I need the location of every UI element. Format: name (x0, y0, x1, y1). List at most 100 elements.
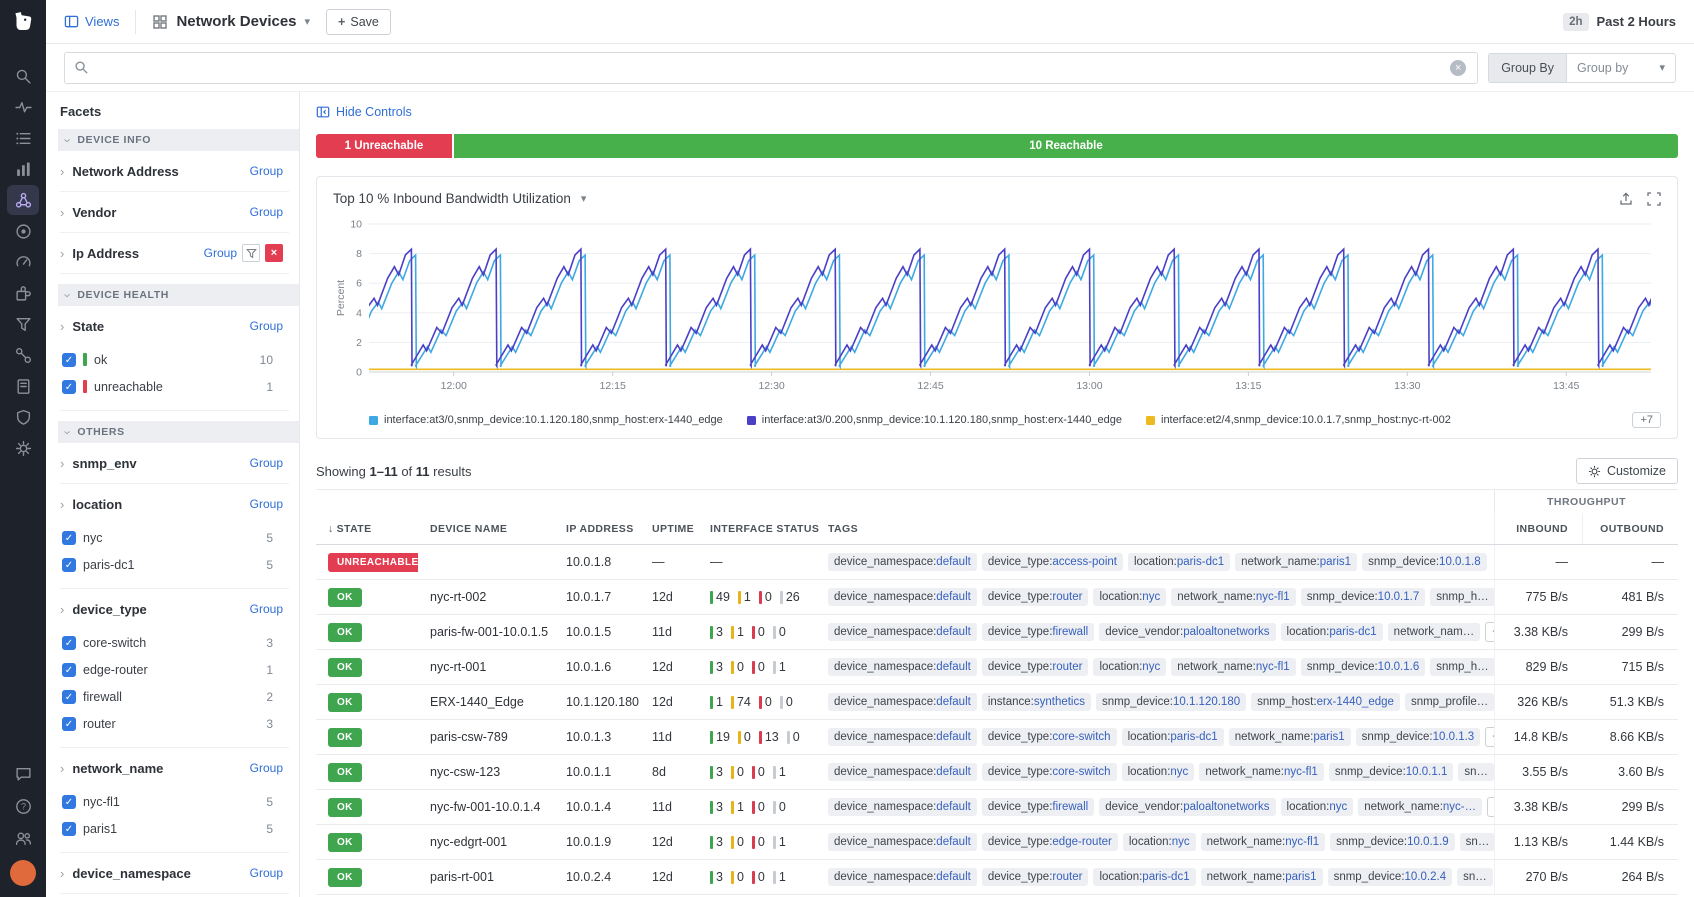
watchdog-icon[interactable] (7, 92, 39, 122)
facet-group-link[interactable]: Group (250, 866, 283, 880)
table-row-paris-rt-001[interactable]: OKparis-rt-00110.0.2.412d3001device_name… (316, 860, 1678, 895)
tag-chip[interactable]: device_vendor:paloaltonetworks (1099, 623, 1275, 641)
table-row-nyc-rt-001[interactable]: OKnyc-rt-00110.0.1.612d3001device_namesp… (316, 650, 1678, 685)
events-icon[interactable] (7, 123, 39, 153)
device-status-badge[interactable]: OK (328, 588, 362, 607)
tag-chip[interactable]: device_type:firewall (982, 623, 1094, 641)
facet-toggle-state[interactable]: ›StateGroup (60, 306, 283, 346)
facet-clear-filter-button[interactable]: × (265, 244, 283, 262)
tag-chip[interactable]: snmp_device:10.0.2.4 (1328, 868, 1453, 886)
tag-chip[interactable]: device_namespace:default (828, 798, 977, 816)
device-status-badge[interactable]: OK (328, 833, 362, 852)
tag-chip[interactable]: snmp_device:10.0.1.1 (1329, 763, 1454, 781)
chat-icon[interactable] (7, 759, 39, 789)
time-range-badge[interactable]: 2h (1563, 13, 1588, 31)
tag-chip[interactable]: location:paris-dc1 (1281, 623, 1383, 641)
tag-chip[interactable]: snmp_device:10.0.1.3 (1356, 728, 1481, 746)
settings-icon[interactable] (7, 433, 39, 463)
device-status-badge[interactable]: OK (328, 728, 362, 747)
facet-value-core-switch[interactable]: ✓core-switch3 (62, 629, 283, 656)
tag-chip[interactable]: device_namespace:default (828, 588, 977, 606)
facet-section-header-others[interactable]: ›OTHERS (58, 421, 299, 443)
tag-chip[interactable]: network_nam… (1388, 623, 1481, 641)
facet-toggle-ip-address[interactable]: ›Ip AddressGroup× (60, 233, 283, 273)
facet-filter-button[interactable] (242, 244, 260, 262)
facet-value-router[interactable]: ✓router3 (62, 710, 283, 737)
tag-chip[interactable]: device_namespace:default (828, 658, 977, 676)
help-icon[interactable]: ? (7, 791, 39, 821)
checkbox[interactable]: ✓ (62, 380, 76, 394)
column-header-inbound[interactable]: INBOUND (1494, 513, 1582, 544)
service-map-icon[interactable] (7, 340, 39, 370)
facet-toggle-network-name[interactable]: ›network_nameGroup (60, 748, 283, 788)
tag-chip[interactable]: device_type:firewall (982, 798, 1094, 816)
tag-chip[interactable]: sn… (1457, 868, 1493, 886)
device-status-badge[interactable]: OK (328, 798, 362, 817)
device-name[interactable]: ERX-1440_Edge (418, 695, 554, 709)
tag-chip[interactable]: device_type:access-point (982, 553, 1123, 571)
tag-overflow-chip[interactable]: +4 (1485, 622, 1494, 642)
tag-chip[interactable]: device_namespace:default (828, 553, 977, 571)
tag-chip[interactable]: location:nyc (1281, 798, 1354, 816)
table-row-nyc-rt-002[interactable]: OKnyc-rt-00210.0.1.712d491026device_name… (316, 580, 1678, 615)
checkbox[interactable]: ✓ (62, 353, 76, 367)
security-icon[interactable] (7, 402, 39, 432)
views-button[interactable]: Views (64, 14, 119, 29)
facet-group-link[interactable]: Group (250, 497, 283, 511)
checkbox[interactable]: ✓ (62, 558, 76, 572)
tag-chip[interactable]: location:paris-dc1 (1122, 728, 1224, 746)
column-header-interface-status[interactable]: INTERFACE STATUS (698, 523, 816, 535)
device-name[interactable]: nyc-csw-123 (418, 765, 554, 779)
customize-button[interactable]: Customize (1576, 458, 1678, 484)
tag-chip[interactable]: network_name:nyc-fl1 (1171, 588, 1296, 606)
tag-chip[interactable]: location:nyc (1123, 833, 1196, 851)
column-header-uptime[interactable]: UPTIME (640, 523, 698, 535)
metrics-icon[interactable] (7, 154, 39, 184)
tag-chip[interactable]: device_type:router (982, 868, 1089, 886)
tag-chip[interactable]: device_namespace:default (828, 833, 977, 851)
table-row-erx-1440-edge[interactable]: OKERX-1440_Edge10.1.120.18012d17400devic… (316, 685, 1678, 720)
export-chart-button[interactable] (1619, 192, 1633, 206)
tag-chip[interactable]: snmp_profile… (1405, 693, 1494, 711)
facet-group-link[interactable]: Group (250, 761, 283, 775)
facet-value-unreachable[interactable]: ✓unreachable1 (62, 373, 283, 400)
device-name[interactable]: paris-csw-789 (418, 730, 554, 744)
search-icon[interactable] (7, 61, 39, 91)
column-header-state[interactable]: ↓STATE (316, 523, 418, 535)
integrations-icon[interactable] (7, 278, 39, 308)
time-range-control[interactable]: 2h Past 2 Hours (1563, 13, 1676, 31)
device-status-badge[interactable]: UNREACHABLE (328, 553, 418, 572)
device-name[interactable]: nyc-rt-001 (418, 660, 554, 674)
checkbox[interactable]: ✓ (62, 690, 76, 704)
checkbox[interactable]: ✓ (62, 822, 76, 836)
legend-item[interactable]: interface:at3/0.200,snmp_device:10.1.120… (747, 414, 1122, 426)
legend-overflow-badge[interactable]: +7 (1632, 412, 1661, 428)
tag-chip[interactable]: location:nyc (1093, 588, 1166, 606)
checkbox[interactable]: ✓ (62, 717, 76, 731)
tag-chip[interactable]: network_name:nyc-fl1 (1171, 658, 1296, 676)
device-status-badge[interactable]: OK (328, 868, 362, 887)
search-input[interactable] (64, 52, 1478, 84)
chart-title-dropdown[interactable]: Top 10 % Inbound Bandwidth Utilization (333, 191, 571, 206)
device-name[interactable]: paris-rt-001 (418, 870, 554, 884)
tag-chip[interactable]: device_type:router (982, 588, 1089, 606)
tag-chip[interactable]: network_name:nyc-fl1 (1199, 763, 1324, 781)
facet-toggle-location[interactable]: ›locationGroup (60, 484, 283, 524)
apm-icon[interactable] (7, 247, 39, 277)
tag-chip[interactable]: device_namespace:default (828, 868, 977, 886)
tag-chip[interactable]: device_namespace:default (828, 728, 977, 746)
facet-group-link[interactable]: Group (250, 205, 283, 219)
checkbox[interactable]: ✓ (62, 795, 76, 809)
tag-chip[interactable]: snmp_host:erx-1440_edge (1251, 693, 1400, 711)
notebooks-icon[interactable] (7, 371, 39, 401)
facet-toggle-snmp-env[interactable]: ›snmp_envGroup (60, 443, 283, 483)
device-name[interactable]: nyc-edgrt-001 (418, 835, 554, 849)
tag-chip[interactable]: network_name:paris1 (1229, 728, 1351, 746)
column-header-outbound[interactable]: OUTBOUND (1582, 513, 1678, 544)
tag-chip[interactable]: network_name:paris1 (1235, 553, 1357, 571)
table-row-paris-fw-001-10-0-1-5[interactable]: OKparis-fw-001-10.0.1.510.0.1.511d3100de… (316, 615, 1678, 650)
tag-chip[interactable]: device_type:edge-router (982, 833, 1118, 851)
device-status-badge[interactable]: OK (328, 693, 362, 712)
table-row-nyc-edgrt-001[interactable]: OKnyc-edgrt-00110.0.1.912d3001device_nam… (316, 825, 1678, 860)
table-row-paris-csw-789[interactable]: OKparis-csw-78910.0.1.311d190130device_n… (316, 720, 1678, 755)
